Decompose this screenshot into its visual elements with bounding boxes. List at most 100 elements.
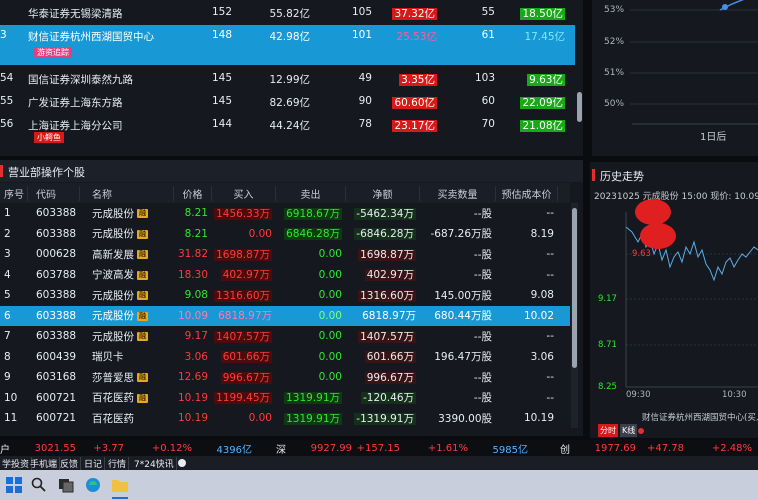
windows-icon[interactable] (6, 477, 22, 493)
broker-tag: 游资追踪 (34, 47, 72, 58)
ops-scrollbar[interactable] (572, 208, 577, 368)
ops-cell-cost: 3.06 (530, 350, 554, 363)
bottom-tab[interactable]: 手机端 (28, 457, 61, 470)
ranking-row[interactable]: 3 财信证券杭州西湖国贸中心 148 42.98亿 101 25.53亿 61 17.45亿游… (0, 25, 575, 65)
ranking-row[interactable]: 55 广发证券上海东方路 145 82.69亿 90 60.60亿 60 22.09亿 (0, 91, 575, 113)
index-vol: 5985亿 (492, 444, 528, 456)
ops-table-row[interactable]: 10 600721 百花医药融 10.19 1199.45万 1319.91万 -120.4… (0, 388, 570, 408)
ops-cell-qty: 196.47万股 (434, 351, 492, 363)
ops-table-row[interactable]: 2 603388 元成股份融 8.21 0.00 6846.28万 -6846.28万 -68… (0, 224, 570, 244)
index-vol: 4396亿 (216, 444, 252, 456)
ranking-cell-c3: 101 (351, 29, 372, 41)
ops-cell-name: 元成股份融 (92, 207, 148, 220)
ops-cell-price: 10.09 (177, 309, 208, 322)
folder-icon[interactable] (111, 477, 129, 493)
win-rate-line (630, 0, 758, 125)
ops-table-row[interactable]: 5 603388 元成股份融 9.08 1316.60万 0.00 1316.60万 145.… (0, 285, 570, 305)
ops-cell-net: 1407.57万 (358, 330, 416, 343)
ops-cell-qty: 3390.00股 (438, 412, 492, 425)
column-header-sell[interactable]: 卖出 (276, 185, 346, 201)
index-item[interactable]: 户 3021.55 +3.77 +0.12% 4396亿 (0, 441, 252, 456)
bottom-tab[interactable]: 行情 (106, 457, 130, 470)
column-header-qty[interactable]: 买卖数量 (420, 185, 496, 201)
index-item[interactable]: 创 1977.69 +47.78 +2.48% (560, 441, 752, 456)
ops-cell-sell: 0.00 (318, 248, 342, 260)
ranking-cell-c3: 90 (358, 95, 372, 107)
ranking-cell-c3: 78 (358, 118, 372, 130)
index-bar: 户 3021.55 +3.77 +0.12% 4396亿 深 9927.99 +157.15 +… (0, 440, 758, 456)
index-label: 户 (0, 444, 10, 456)
ranking-row[interactable]: 56 上海证券上海分公司 144 44.24亿 78 23.17亿 70 21.08亿 小鳄鱼 (0, 114, 575, 143)
index-change: +47.78 (646, 442, 684, 454)
ranking-cell-c6: 18.50亿 (520, 8, 565, 20)
edge-icon[interactable] (85, 477, 101, 493)
bottom-tab[interactable]: 7*24快讯 (132, 457, 177, 470)
ops-table-row[interactable]: 9 603168 莎普爱思融 12.69 996.67万 0.00 996.67万 --股 -- (0, 367, 570, 387)
ranking-cell-c5: 60 (481, 95, 495, 107)
top-scrollbar[interactable] (577, 92, 582, 122)
ops-cell-sell: 0.00 (318, 330, 342, 342)
ranking-cell-c2: 42.98亿 (269, 31, 310, 43)
bottom-tab[interactable]: 日记 (82, 457, 106, 470)
ops-cell-name: 元成股份融 (92, 228, 148, 240)
period-label: 1日后 (700, 132, 727, 143)
ops-cell-n: 4 (4, 268, 11, 281)
ranking-cell-c6: 21.08亿 (520, 120, 565, 132)
ops-cell-n: 9 (4, 371, 11, 383)
tab-fenshi[interactable]: 分时 (598, 424, 618, 437)
ops-cell-buy: 0.00 (248, 412, 272, 424)
ranking-cell-name: 华泰证券无锡梁清路 (28, 8, 123, 20)
ops-cell-qty: --股 (473, 330, 492, 343)
ops-table-row[interactable]: 7 603388 元成股份融 9.17 1407.57万 0.00 1407.57万 --股 -… (0, 326, 570, 346)
ops-cell-code: 603388 (36, 207, 77, 219)
top-ranking-panel: 华泰证券无锡梁清路 152 55.82亿 105 37.32亿 55 18.50亿 3 财信证券… (0, 0, 583, 156)
index-pct: +2.48% (711, 442, 752, 454)
margin-badge: 融 (137, 209, 148, 218)
task-view-icon[interactable] (58, 477, 74, 493)
ranking-cell-c4: 60.60亿 (392, 97, 437, 109)
ops-cell-cost: -- (546, 248, 554, 260)
ops-cell-price: 10.19 (177, 391, 208, 404)
ops-cell-code: 603388 (36, 227, 77, 240)
ops-cell-buy: 402.97万 (220, 269, 272, 281)
ops-cell-buy: 1456.33万 (214, 207, 272, 220)
ops-cell-buy: 601.66万 (220, 351, 272, 363)
ops-cell-price: 31.82 (177, 248, 208, 260)
ops-table-row[interactable]: 3 000628 高新发展融 31.82 1698.87万 0.00 1698.87万 --股… (0, 244, 570, 264)
ops-cell-net: 996.67万 (364, 371, 416, 384)
ranking-cell-c3: 49 (358, 72, 372, 84)
ranking-cell-name: 广发证券上海东方路 (28, 97, 123, 109)
ops-cell-code: 000628 (36, 248, 77, 260)
margin-badge: 融 (137, 373, 148, 382)
column-header-buy[interactable]: 买入 (212, 185, 276, 201)
tab-kline[interactable]: K线 (620, 424, 638, 437)
ops-table-row[interactable]: 8 600439 瑞贝卡 3.06 601.66万 0.00 601.66万 196.47万股… (0, 347, 570, 367)
column-header-cost[interactable]: 预估成本价 (496, 185, 558, 201)
ops-table-row[interactable]: 11 600721 百花医药 10.19 0.00 1319.91万 -1319.91万 33… (0, 408, 570, 428)
ops-table-row[interactable]: 1 603388 元成股份融 8.21 1456.33万 6918.67万 -5462.34… (0, 203, 570, 223)
ops-cell-net: 402.97万 (364, 269, 416, 281)
ops-cell-qty: --股 (473, 248, 492, 261)
column-header-name[interactable]: 名称 (80, 185, 174, 201)
ops-cell-price: 3.06 (184, 350, 208, 363)
ops-table-row[interactable]: 4 603788 宁波高发融 18.30 402.97万 0.00 402.97万 --股 -- (0, 265, 570, 285)
ops-cell-n: 5 (4, 289, 11, 301)
ranking-cell-c4: 3.35亿 (399, 74, 437, 86)
ops-cell-buy: 1316.60万 (214, 289, 272, 302)
search-icon[interactable] (31, 477, 47, 493)
ops-cell-code: 603168 (36, 371, 77, 383)
ranking-cell-c6: 9.63亿 (527, 74, 565, 86)
ranking-cell-c2: 55.82亿 (269, 8, 310, 20)
ops-table-row[interactable]: 6 603388 元成股份融 10.09 6818.97万 0.00 6818.97万 680… (0, 305, 570, 326)
column-header-price[interactable]: 价格 (174, 185, 212, 201)
ops-cell-net: 1698.87万 (358, 248, 416, 261)
ranking-cell-c6: 17.45亿 (524, 31, 565, 43)
index-item[interactable]: 深 9927.99 +157.15 +1.61% 5985亿 (276, 441, 528, 456)
column-header-n[interactable]: 序号 (0, 185, 28, 201)
bottom-tab[interactable]: 反馈 (58, 457, 82, 470)
ranking-row[interactable]: 华泰证券无锡梁清路 152 55.82亿 105 37.32亿 55 18.50亿 (0, 2, 575, 24)
ranking-row[interactable]: 54 国信证券深圳泰然九路 145 12.99亿 49 3.35亿 103 9.63亿 (0, 68, 575, 90)
column-header-net[interactable]: 净额 (346, 185, 420, 201)
column-header-code[interactable]: 代码 (28, 185, 80, 201)
ops-cell-n: 10 (4, 391, 18, 404)
